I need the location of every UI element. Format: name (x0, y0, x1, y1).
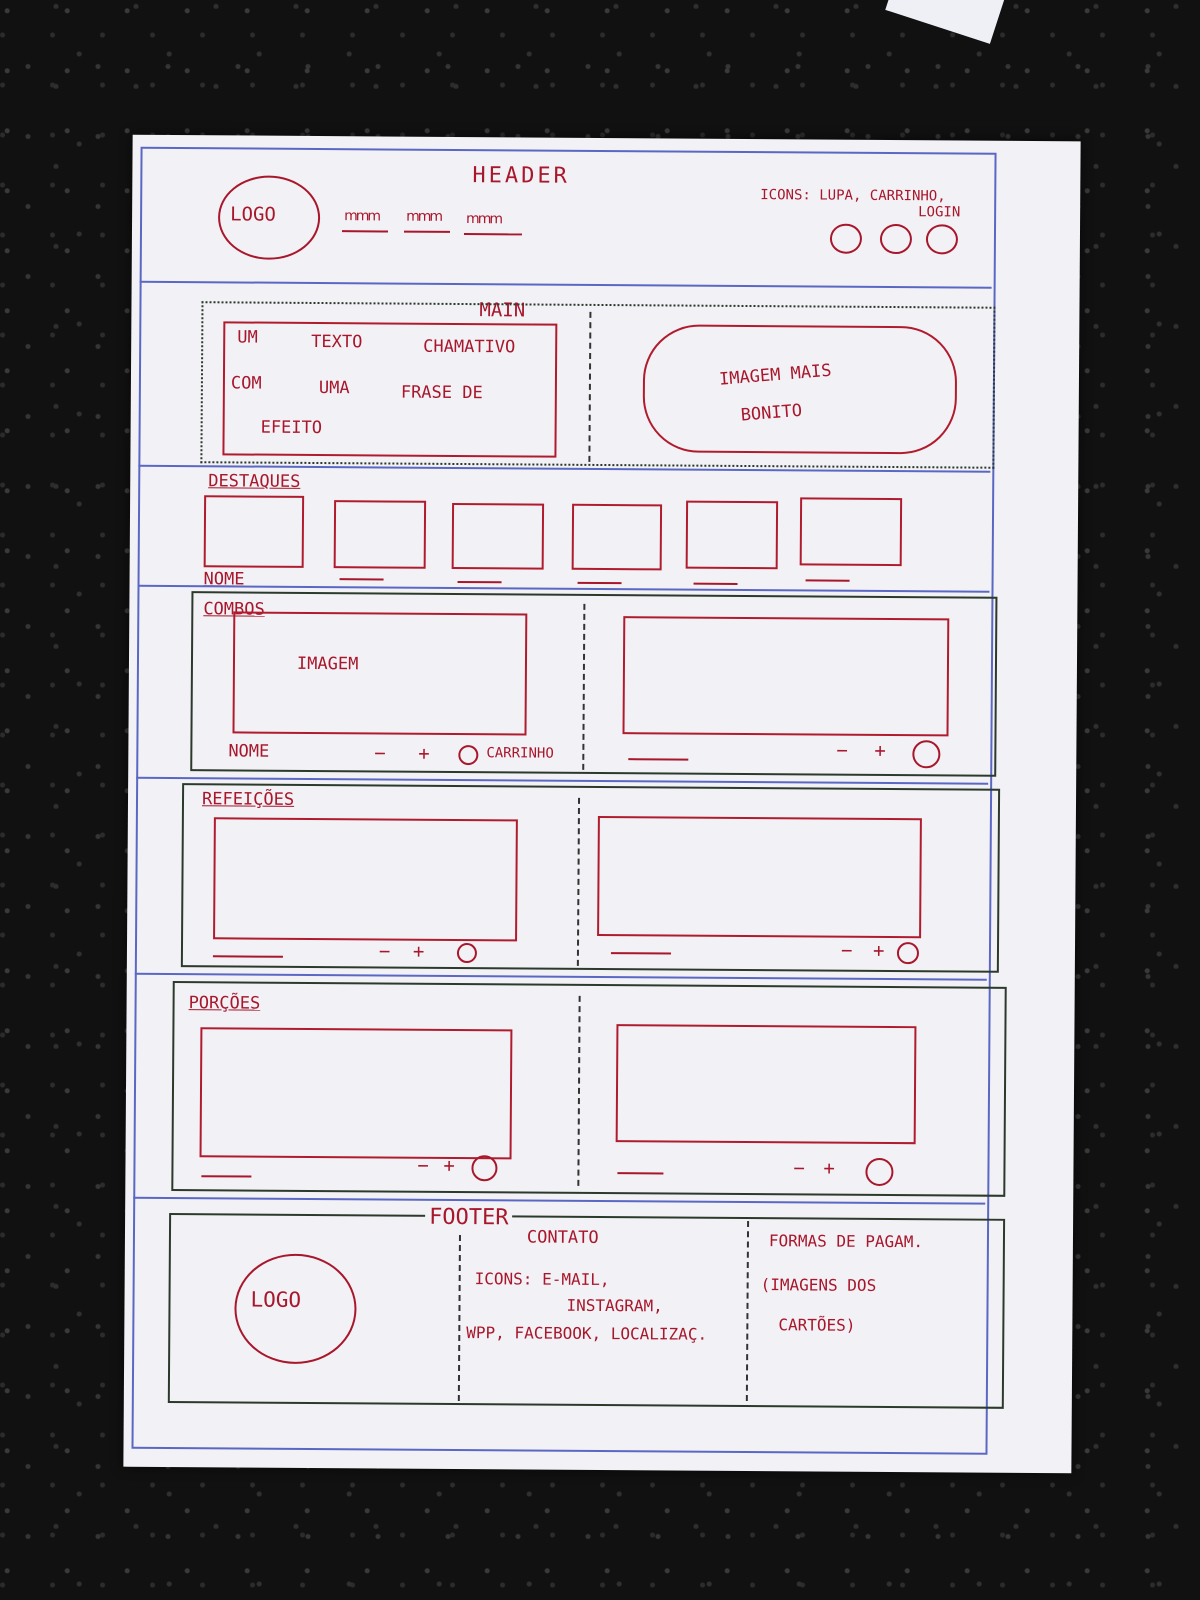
combo-2-cart-icon[interactable] (912, 740, 941, 769)
nav-underline-1 (341, 230, 388, 233)
combo-2-name (628, 758, 689, 761)
contact-title: CONTATO (526, 1227, 599, 1248)
porcao-1-name (201, 1175, 252, 1178)
porcao-1-decrement[interactable]: − (417, 1155, 429, 1177)
porcao-image-2[interactable] (615, 1024, 917, 1145)
porcao-1-increment[interactable]: + (443, 1155, 455, 1177)
refeicao-2-name (610, 952, 671, 955)
contact-icons-line-1: ICONS: E-MAIL, (474, 1269, 610, 1290)
payment-title: FORMAS DE PAGAM. (768, 1231, 924, 1252)
hero-word-7: EFEITO (260, 417, 323, 439)
header-icons-label: ICONS: LUPA, CARRINHO, (760, 187, 946, 205)
destaque-name-3 (457, 580, 502, 584)
refeicao-1-cart-icon[interactable] (456, 942, 478, 964)
header-title: HEADER (472, 163, 570, 189)
login-icon[interactable] (925, 224, 959, 255)
destaque-card-5[interactable] (685, 500, 779, 570)
refeicao-image-1[interactable] (213, 817, 518, 942)
hero-word-6: FRASE DE (400, 382, 483, 404)
nav-underline-2 (403, 230, 450, 233)
cart-icon[interactable] (879, 223, 913, 255)
hero-word-1: UM (237, 327, 258, 348)
hero-word-5: UMA (318, 378, 350, 399)
combo-name-label: NOME (228, 741, 270, 762)
refeicao-image-2[interactable] (597, 815, 922, 939)
nav-item-1[interactable]: mmm (344, 208, 379, 224)
combo-1-decrement[interactable]: − (374, 742, 386, 764)
header-icons-label-2: LOGIN (918, 204, 961, 221)
combo-image-1[interactable] (232, 611, 528, 736)
footer-title: FOOTER (425, 1204, 513, 1231)
header-logo-label: LOGO (230, 203, 276, 226)
hero-image (642, 324, 958, 455)
destaque-card-1[interactable] (203, 495, 305, 568)
destaque-card-6[interactable] (799, 497, 903, 567)
destaques-title: DESTAQUES (208, 471, 301, 492)
footer-logo-label: LOGO (250, 1287, 302, 1312)
porcao-2-increment[interactable]: + (823, 1158, 835, 1180)
destaque-name-5 (693, 582, 738, 585)
porcao-2-cart-icon[interactable] (865, 1157, 894, 1187)
combo-2-decrement[interactable]: − (836, 740, 848, 762)
search-icon[interactable] (829, 223, 863, 254)
destaque-name-4 (577, 581, 622, 585)
porcoes-title: PORÇÕES (188, 993, 261, 1014)
combo-image-2[interactable] (622, 616, 950, 737)
wireframe-sheet: HEADER LOGO mmm mmm mmm ICONS: LUPA, CAR… (123, 134, 1081, 1474)
refeicao-1-decrement[interactable]: − (379, 940, 391, 962)
destaque-name-2 (339, 578, 384, 581)
refeicao-2-increment[interactable]: + (873, 940, 885, 962)
combo-image-label: IMAGEM (296, 653, 359, 675)
payment-line-1: (IMAGENS DOS (760, 1275, 877, 1295)
nav-item-3[interactable]: mmm (466, 211, 501, 227)
nav-item-2[interactable]: mmm (406, 209, 441, 225)
porcao-image-1[interactable] (199, 1027, 513, 1160)
destaque-card-3[interactable] (451, 502, 545, 570)
destaque-name-6 (805, 579, 850, 582)
contact-icons-line-2: INSTAGRAM, (566, 1295, 663, 1316)
nav-underline-3 (463, 233, 522, 236)
destaque-card-2[interactable] (333, 500, 427, 569)
hero-word-4: COM (230, 373, 262, 394)
combo-1-increment[interactable]: + (418, 743, 430, 765)
combo-cart-label: CARRINHO (486, 745, 554, 762)
combo-1-cart-icon[interactable] (458, 744, 479, 766)
refeicoes-title: REFEIÇÕES (201, 789, 295, 810)
porcao-2-name (617, 1172, 664, 1175)
porcao-1-cart-icon[interactable] (471, 1155, 498, 1182)
destaque-card-4[interactable] (571, 503, 663, 571)
hero-word-2: TEXTO (311, 331, 363, 353)
contact-icons-line-3: WPP, FACEBOOK, LOCALIZAÇ. (466, 1323, 708, 1344)
porcao-2-decrement[interactable]: − (793, 1157, 805, 1179)
refeicao-1-increment[interactable]: + (413, 941, 425, 963)
refeicao-2-cart-icon[interactable] (896, 942, 920, 965)
payment-line-2: CARTÕES) (778, 1315, 856, 1335)
hero-word-3: CHAMATIVO (423, 336, 516, 358)
refeicao-2-decrement[interactable]: − (841, 940, 853, 962)
combo-2-increment[interactable]: + (874, 740, 886, 762)
paper-scrap (885, 0, 1005, 44)
